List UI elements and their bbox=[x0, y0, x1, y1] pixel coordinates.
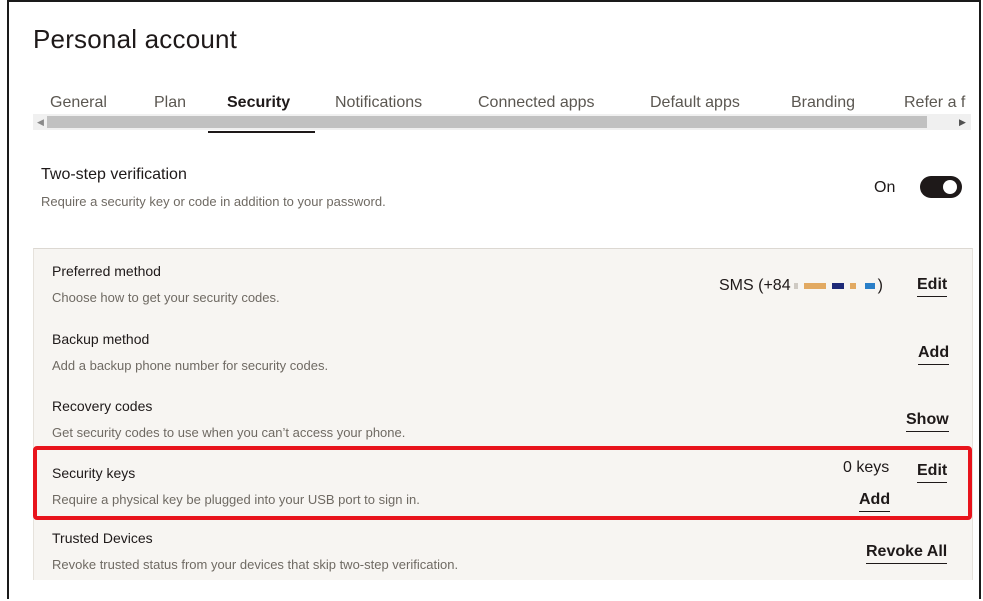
preferred-method-title: Preferred method bbox=[52, 263, 161, 279]
tab-security[interactable]: Security bbox=[227, 94, 290, 112]
scroll-left-arrow-icon[interactable]: ◀ bbox=[37, 116, 44, 128]
security-keys-count: 0 keys bbox=[843, 459, 890, 476]
preferred-method-value: SMS (+84) bbox=[719, 277, 883, 295]
trusted-devices-description: Revoke trusted status from your devices … bbox=[52, 557, 459, 572]
tab-notifications[interactable]: Notifications bbox=[335, 94, 422, 112]
tab-branding[interactable]: Branding bbox=[791, 94, 855, 112]
add-backup-method-button[interactable]: Add bbox=[918, 344, 950, 365]
security-methods-panel: Preferred method Choose how to get your … bbox=[33, 248, 973, 580]
two-step-title: Two-step verification bbox=[41, 166, 187, 183]
backup-method-description: Add a backup phone number for security c… bbox=[52, 358, 329, 373]
security-keys-title: Security keys bbox=[52, 465, 136, 481]
edit-security-keys-button[interactable]: Edit bbox=[917, 462, 948, 483]
recovery-codes-title: Recovery codes bbox=[52, 398, 153, 414]
tab-default-apps[interactable]: Default apps bbox=[650, 94, 740, 112]
add-security-key-button[interactable]: Add bbox=[859, 491, 891, 512]
edit-preferred-method-button[interactable]: Edit bbox=[917, 276, 948, 297]
tabs-scrollbar[interactable]: ◀ ▶ bbox=[33, 114, 971, 130]
phone-suffix: ) bbox=[877, 277, 883, 294]
trusted-devices-title: Trusted Devices bbox=[52, 530, 153, 546]
two-step-state-label: On bbox=[874, 179, 896, 196]
redaction-mark bbox=[793, 282, 798, 289]
tab-general[interactable]: General bbox=[50, 94, 107, 112]
security-keys-description: Require a physical key be plugged into y… bbox=[52, 492, 420, 507]
toggle-knob bbox=[943, 180, 957, 194]
redaction-mark bbox=[849, 282, 856, 289]
scroll-right-arrow-icon[interactable]: ▶ bbox=[959, 116, 966, 128]
backup-method-title: Backup method bbox=[52, 331, 150, 347]
phone-prefix: SMS (+84 bbox=[719, 277, 791, 294]
two-step-description: Require a security key or code in additi… bbox=[41, 194, 386, 209]
two-step-toggle[interactable] bbox=[920, 176, 962, 198]
tab-refer-a-friend[interactable]: Refer a f bbox=[904, 94, 974, 112]
preferred-method-description: Choose how to get your security codes. bbox=[52, 290, 280, 305]
redaction-mark bbox=[864, 282, 875, 289]
active-tab-indicator bbox=[208, 131, 315, 133]
tab-connected-apps[interactable]: Connected apps bbox=[478, 94, 595, 112]
revoke-all-trusted-devices-button[interactable]: Revoke All bbox=[866, 543, 948, 564]
recovery-codes-description: Get security codes to use when you can’t… bbox=[52, 425, 406, 440]
page-title: Personal account bbox=[33, 24, 238, 54]
scrollbar-thumb[interactable] bbox=[47, 116, 927, 128]
redaction-mark bbox=[831, 282, 844, 289]
redaction-mark bbox=[803, 282, 826, 289]
tab-plan[interactable]: Plan bbox=[154, 94, 186, 112]
show-recovery-codes-button[interactable]: Show bbox=[906, 411, 949, 432]
